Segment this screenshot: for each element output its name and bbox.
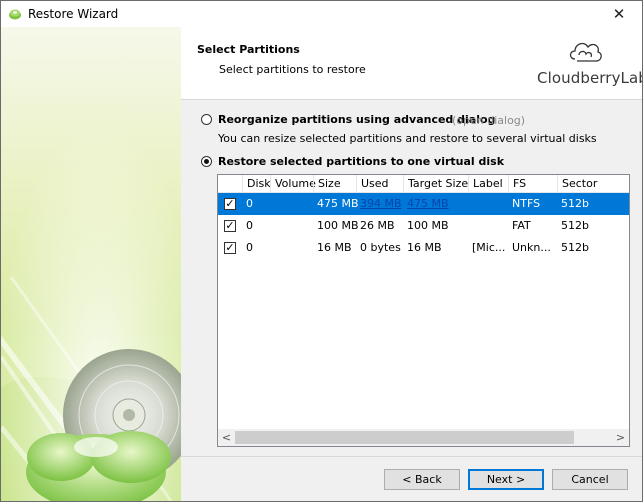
scrollbar-thumb[interactable] [235, 431, 574, 444]
cell-size: 16 MB [317, 241, 352, 254]
radio-single-virtual-disk[interactable] [201, 156, 212, 167]
back-button[interactable]: < Back [384, 469, 460, 490]
cell-fs: NTFS [512, 197, 541, 210]
row-checkbox[interactable]: ✓ [224, 198, 236, 210]
scroll-right-arrow-icon[interactable]: > [612, 429, 629, 446]
close-icon: ✕ [612, 5, 626, 23]
header-divider [181, 99, 642, 100]
table-row[interactable]: ✓ 0 475 MB 394 MB 475 MB NTFS 512b [218, 193, 629, 215]
cell-used[interactable]: 394 MB [356, 193, 402, 215]
open-dialog-link[interactable]: (open dialog) [452, 114, 525, 127]
table-row[interactable]: ✓ 0 100 MB 26 MB 100 MB FAT 512b [218, 215, 629, 237]
column-header-fs[interactable]: FS [508, 175, 558, 192]
window-title: Restore Wizard [28, 7, 119, 21]
cell-target-size[interactable]: 475 MB [403, 193, 449, 215]
partitions-table: Disk Volume Size Used Target Size Label … [217, 174, 630, 447]
cell-label: [Mic... [472, 241, 506, 254]
cell-volume [270, 193, 274, 215]
scroll-left-arrow-icon[interactable]: < [218, 429, 235, 446]
close-button[interactable]: ✕ [596, 1, 642, 27]
wizard-header: Select Partitions Select partitions to r… [181, 27, 642, 99]
radio-advanced-dialog[interactable] [201, 114, 212, 125]
column-header-size[interactable]: Size [313, 175, 357, 192]
cancel-button[interactable]: Cancel [552, 469, 628, 490]
page-title: Select Partitions [197, 43, 300, 56]
cell-sector: 512b [561, 197, 589, 210]
wizard-side-banner [1, 27, 181, 501]
column-header-volume[interactable]: Volume [270, 175, 316, 192]
cell-target-size: 16 MB [407, 241, 442, 254]
cell-volume [270, 215, 274, 237]
cell-sector: 512b [561, 219, 589, 232]
cell-used: 0 bytes [360, 241, 401, 254]
disc-banner-image [1, 27, 181, 501]
cell-label [468, 193, 472, 215]
cloudberry-logo-icon [569, 42, 602, 62]
cell-fs: FAT [512, 219, 531, 232]
next-button[interactable]: Next > [468, 469, 544, 490]
cell-disk: 0 [246, 197, 253, 210]
cell-sector: 512b [561, 241, 589, 254]
footer-divider [181, 456, 642, 457]
cell-size: 475 MB [317, 197, 359, 210]
column-header-sector[interactable]: Sector [557, 175, 629, 192]
horizontal-scrollbar[interactable]: < > [218, 429, 629, 446]
cell-fs: Unkn... [512, 241, 551, 254]
cell-size: 100 MB [317, 219, 359, 232]
column-header-label[interactable]: Label [468, 175, 510, 192]
app-icon [9, 9, 21, 20]
row-checkbox[interactable]: ✓ [224, 220, 236, 232]
page-subtitle: Select partitions to restore [219, 63, 366, 76]
option-single-virtual-disk-label: Restore selected partitions to one virtu… [218, 155, 505, 168]
cloudberry-logo-text: CloudberryLab [537, 69, 643, 87]
cell-used: 26 MB [360, 219, 395, 232]
cell-target-size: 100 MB [407, 219, 449, 232]
row-checkbox[interactable]: ✓ [224, 242, 236, 254]
column-header-target-size[interactable]: Target Size [403, 175, 469, 192]
title-bar: Restore Wizard ✕ [1, 1, 642, 27]
restore-wizard-window: Restore Wizard ✕ Select Partitions Selec… [0, 0, 643, 502]
table-header: Disk Volume Size Used Target Size Label … [218, 175, 629, 193]
cell-disk: 0 [246, 219, 253, 232]
table-row[interactable]: ✓ 0 16 MB 0 bytes 16 MB [Mic... Unkn... … [218, 237, 629, 259]
cell-volume [270, 237, 274, 259]
cell-disk: 0 [246, 241, 253, 254]
option-advanced-dialog-description: You can resize selected partitions and r… [218, 132, 597, 145]
column-header-used[interactable]: Used [356, 175, 404, 192]
cell-label [468, 215, 472, 237]
option-single-virtual-disk[interactable]: Restore selected partitions to one virtu… [201, 155, 504, 168]
